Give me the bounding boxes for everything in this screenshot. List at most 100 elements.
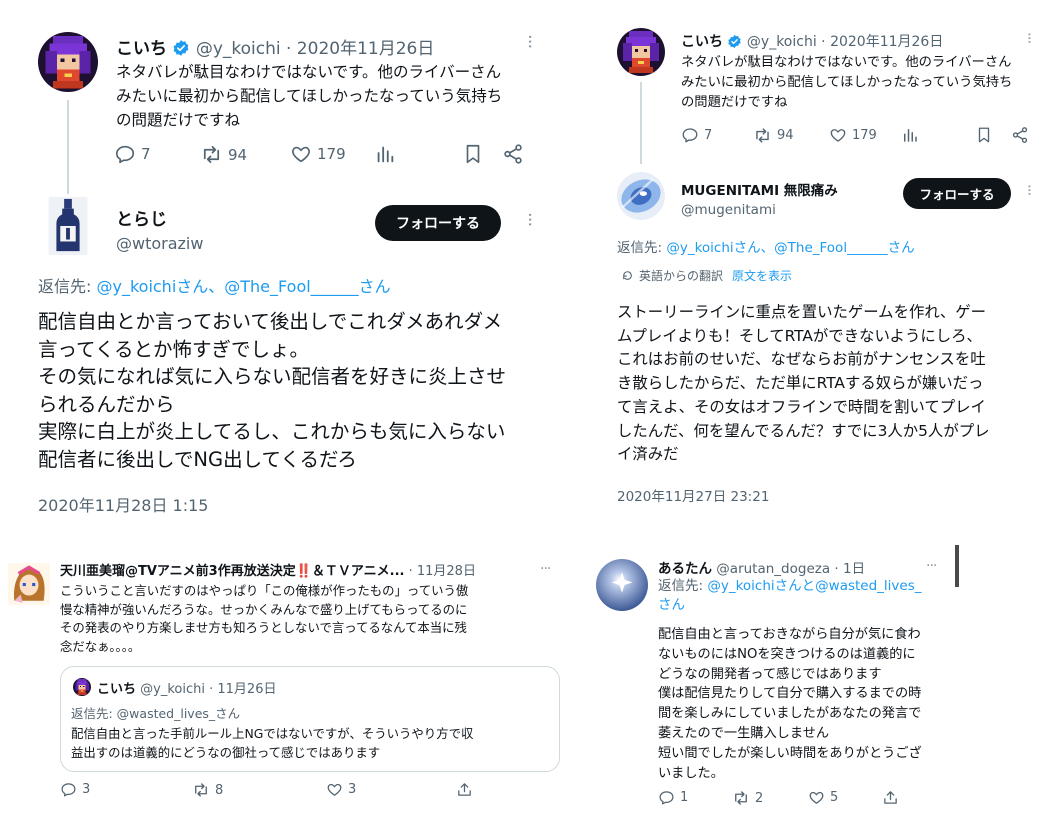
reply-button[interactable]: 3 <box>60 781 90 798</box>
quoted-author-handle: @y_koichi <box>140 682 205 697</box>
reply-timestamp[interactable]: 2020年11月27日 23:21 <box>617 485 769 505</box>
tweet-text: ネタバレが駄目なわけではないです。他のライバーさん みたいに最初から配信してほし… <box>116 63 503 129</box>
reply-to-mentions-suffix[interactable]: さん <box>658 596 922 615</box>
follow-button[interactable]: フォローする <box>903 178 1011 209</box>
reply-count: 7 <box>141 145 151 163</box>
author-handle[interactable]: @y_koichi <box>747 34 817 50</box>
quoted-author-name: こいち <box>97 682 137 697</box>
tweet-date[interactable]: · 11月28日 <box>409 564 476 579</box>
author-name[interactable]: こいち <box>681 34 723 50</box>
more-options-icon[interactable]: ··· <box>519 34 540 48</box>
more-options-icon[interactable]: ··· <box>926 559 937 573</box>
share-button[interactable] <box>502 143 524 165</box>
retweet-icon <box>753 126 772 145</box>
mugenitami-avatar[interactable] <box>617 172 665 220</box>
tweet-header: あるたん @arutan_dogeza · 1日 <box>658 557 865 577</box>
reply-button[interactable]: 1 <box>658 789 688 806</box>
scrollbar[interactable] <box>955 545 959 587</box>
amakawa-avatar-image <box>8 560 50 608</box>
tweet-date[interactable]: · 2020年11月26日 <box>286 39 434 59</box>
analytics-button[interactable] <box>374 143 396 165</box>
koichi-avatar-image <box>73 678 91 696</box>
like-count: 179 <box>317 145 346 163</box>
retweet-button[interactable]: 94 <box>200 143 247 166</box>
bookmark-button[interactable] <box>975 126 993 144</box>
reply-author-handle[interactable]: @mugenitami <box>681 202 838 218</box>
bookmark-icon <box>975 126 993 144</box>
tweet-text: ネタバレが駄目なわけではないです。他のライバーさん みたいに最初から配信してほし… <box>681 55 1013 110</box>
verified-badge-icon <box>727 34 742 49</box>
reply-author-name[interactable]: とらじ <box>116 205 203 230</box>
like-button[interactable]: 179 <box>829 126 877 144</box>
analytics-button[interactable] <box>901 126 919 144</box>
verified-badge-icon <box>172 39 190 57</box>
more-options-icon[interactable]: ··· <box>519 212 540 226</box>
reply-to-mentions[interactable]: @y_koichiさん、@The_Fool______さん <box>666 240 914 256</box>
tweet-text: こういうこと言いだすのはやっぱり「この俺様が作ったもの」っていう傲 慢な精神が強… <box>60 583 469 654</box>
tweet-date[interactable]: · 1日 <box>834 561 865 577</box>
like-button[interactable]: 179 <box>290 143 346 165</box>
reply-icon <box>658 789 675 806</box>
author-name[interactable]: こいち <box>116 39 167 59</box>
like-count: 179 <box>852 127 877 143</box>
reply-button[interactable]: 7 <box>681 126 712 144</box>
share-icon <box>1011 126 1029 144</box>
reply-timestamp[interactable]: 2020年11月28日 1:15 <box>38 492 208 516</box>
reply-text: ストーリーラインに重点を置いたゲームを作れ、ゲー ムプレイよりも！そしてRTAが… <box>617 303 990 464</box>
retweet-button[interactable]: 2 <box>732 789 763 807</box>
more-options-icon[interactable]: ··· <box>1020 32 1038 43</box>
follow-button[interactable]: フォローする <box>375 205 501 241</box>
tweet-actions: 3 8 3 <box>60 781 480 799</box>
reply-count: 3 <box>82 782 91 797</box>
arutan-avatar[interactable] <box>596 559 648 611</box>
like-count: 3 <box>348 782 357 797</box>
retweet-icon <box>732 789 750 807</box>
share-icon <box>882 789 899 806</box>
koichi-avatar-image <box>617 28 665 76</box>
author-name[interactable]: 天川亜美瑠@TVアニメ前3作再放送決定‼️＆ＴＶアニメ... <box>60 564 404 579</box>
arutan-avatar-image <box>596 559 648 611</box>
reply-author: とらじ @wtoraziw <box>116 205 203 253</box>
bookmark-button[interactable] <box>462 143 484 165</box>
panel-quote-tweet: 天川亜美瑠@TVアニメ前3作再放送決定‼️＆ＴＶアニメ... · 11月28日 … <box>0 548 575 834</box>
more-options-icon[interactable]: ··· <box>540 562 551 576</box>
quoted-tweet[interactable]: こいち @y_koichi · 11月26日 返信先: @wasted_live… <box>60 666 560 772</box>
tweet-actions: 7 94 179 <box>114 143 534 167</box>
retweet-count: 94 <box>777 128 794 143</box>
retweet-icon <box>192 781 210 799</box>
reply-button[interactable]: 7 <box>114 143 151 165</box>
more-options-icon[interactable]: ··· <box>1020 184 1038 195</box>
retweet-count: 8 <box>215 782 224 798</box>
koichi-avatar[interactable] <box>38 32 98 92</box>
share-button[interactable] <box>456 781 473 798</box>
analytics-icon <box>374 143 396 165</box>
like-button[interactable]: 3 <box>326 781 356 798</box>
reply-to-line: 返信先: @y_koichiさん、@The_Fool______さん <box>617 236 915 256</box>
translate-icon <box>621 269 634 282</box>
retweet-button[interactable]: 94 <box>753 126 794 145</box>
reply-author-name[interactable]: MUGENITAMI 無限痛み <box>681 179 838 199</box>
show-original-link[interactable]: 原文を表示 <box>732 267 792 284</box>
tweet-actions: 1 2 5 <box>658 789 918 807</box>
like-button[interactable]: 5 <box>808 789 838 806</box>
tweet-date[interactable]: · 2020年11月26日 <box>821 34 943 50</box>
reply-author-handle[interactable]: @wtoraziw <box>116 234 203 253</box>
toraji-avatar-image <box>44 197 92 255</box>
reply-to-mentions[interactable]: @y_koichiさん、@The_Fool______さん <box>96 277 390 296</box>
author-name[interactable]: あるたん <box>658 561 712 577</box>
reply-to-prefix: 返信先: <box>658 578 708 594</box>
reply-icon <box>60 781 77 798</box>
author-handle[interactable]: @arutan_dogeza <box>716 561 830 577</box>
share-button[interactable] <box>882 789 899 806</box>
retweet-icon <box>200 143 223 166</box>
share-icon <box>456 781 473 798</box>
share-button[interactable] <box>1011 126 1029 144</box>
quoted-header: こいち @y_koichi · 11月26日 <box>97 678 276 697</box>
amakawa-avatar[interactable] <box>8 560 50 608</box>
reply-to-mentions[interactable]: @y_koichiさんと@wasted_lives_ <box>707 578 921 594</box>
koichi-avatar[interactable] <box>617 28 665 76</box>
reply-icon <box>114 143 136 165</box>
toraji-avatar[interactable] <box>44 197 92 255</box>
author-handle[interactable]: @y_koichi <box>196 39 281 59</box>
retweet-button[interactable]: 8 <box>192 781 223 799</box>
